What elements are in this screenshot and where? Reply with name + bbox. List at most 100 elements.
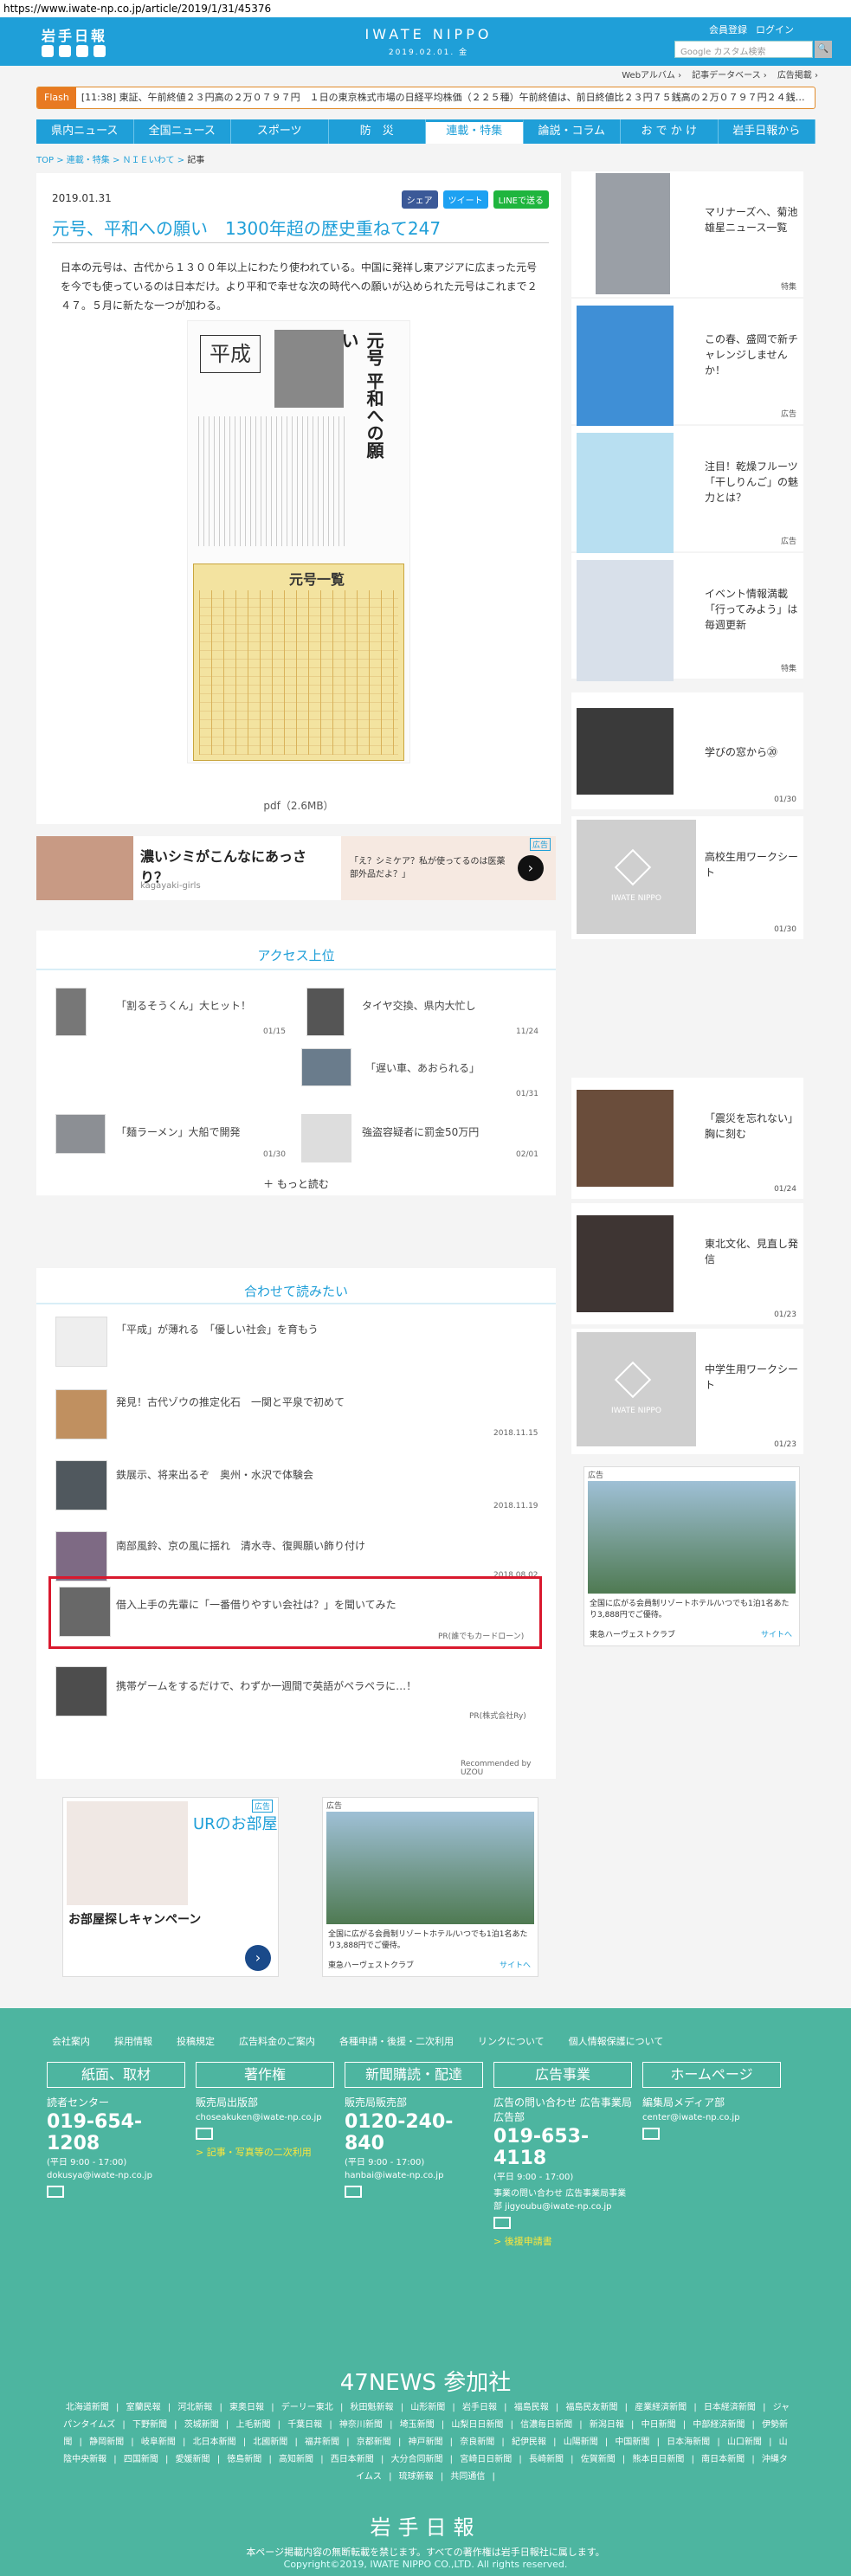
pdf-link[interactable]: pdf（2.6MB）	[36, 798, 561, 813]
recommend-credit[interactable]: Recommended by UZOU	[461, 1760, 556, 1777]
footer-col-header[interactable]: 新聞購読・配達	[345, 2062, 483, 2088]
member-paper-link[interactable]: 熊本日日新聞	[632, 2455, 684, 2464]
sidebar-item[interactable]: 学びの窓から⑳ 01/30	[571, 692, 803, 809]
member-paper-link[interactable]: 上毛新聞	[235, 2420, 270, 2430]
thumbnail[interactable]	[55, 1389, 107, 1439]
member-paper-link[interactable]: 静岡新聞	[89, 2438, 124, 2447]
nav-national[interactable]: 全国ニュース	[134, 119, 231, 144]
access-item-title[interactable]: 「割るそうくん」大ヒット！	[116, 998, 251, 1013]
member-paper-link[interactable]: 奈良新聞	[460, 2438, 494, 2447]
member-paper-link[interactable]: 福島民報	[514, 2403, 549, 2412]
member-paper-link[interactable]: 四国新聞	[124, 2455, 158, 2464]
member-paper-link[interactable]: 長崎新聞	[529, 2455, 564, 2464]
thumbnail[interactable]	[55, 1460, 107, 1510]
member-paper-link[interactable]: 神戸新聞	[409, 2438, 443, 2447]
flash-ticker[interactable]: Flash [11:38] 東証、午前終値２３円高の２万０７９７円 １日の東京株式…	[36, 87, 816, 109]
member-paper-link[interactable]: 愛媛新聞	[176, 2455, 210, 2464]
email-address[interactable]: 事業の問い合わせ 広告事業局事業部 jigyoubu@iwate-np.co.j…	[493, 2186, 632, 2212]
related-item-title[interactable]: 鉄展示、将来出るぞ 奥州・水沢で体験会	[116, 1467, 313, 1482]
access-item-title[interactable]: 強盗容疑者に罰金50万円	[362, 1124, 479, 1139]
more-button[interactable]: ＋ もっと読む	[36, 1176, 556, 1191]
thumbnail[interactable]	[301, 1114, 351, 1162]
line-share-button[interactable]: LINEで送る	[493, 190, 549, 209]
resort-ad[interactable]: 広告 全国に広がる会員制リゾートホテル/いつでも1泊1名あたり3,888円でご優…	[583, 1466, 800, 1646]
sidebar-item[interactable]: 「震災を忘れない」胸に刻む 01/24	[571, 1078, 803, 1199]
member-paper-link[interactable]: 山口新聞	[727, 2438, 762, 2447]
nav-sports[interactable]: スポーツ	[231, 119, 329, 144]
member-paper-link[interactable]: 紀伊民報	[512, 2438, 546, 2447]
footer-link[interactable]: 採用情報	[114, 2034, 152, 2048]
email-address[interactable]: dokusya@iwate-np.co.jp	[47, 2171, 185, 2180]
email-address[interactable]: hanbai@iwate-np.co.jp	[345, 2171, 483, 2180]
sidebar-item[interactable]: IWATE NIPPO 高校生用ワークシート 01/30	[571, 816, 803, 939]
footer-col-header[interactable]: 紙面、取材	[47, 2062, 185, 2088]
member-paper-link[interactable]: 北日本新聞	[193, 2438, 236, 2447]
breadcrumb-top[interactable]: TOP	[36, 156, 54, 165]
access-item-title[interactable]: 「遅い車、あおられる」	[365, 1060, 480, 1075]
mail-icon[interactable]	[493, 2217, 511, 2229]
email-address[interactable]: center@iwate-np.co.jp	[642, 2113, 781, 2122]
email-address[interactable]: choseakuken@iwate-np.co.jp	[196, 2113, 334, 2122]
member-paper-link[interactable]: 高知新聞	[279, 2455, 313, 2464]
newspaper-page-image[interactable]: 平成 元号 平和への願い 元号一覧	[187, 320, 410, 763]
footer-col-header[interactable]: 広告事業	[493, 2062, 632, 2088]
nav-column[interactable]: 論説・コラム	[524, 119, 621, 144]
address-bar[interactable]: https://www.iwate-np.co.jp/article/2019/…	[0, 0, 851, 17]
footer-link[interactable]: 広告料金のご案内	[239, 2034, 315, 2048]
member-paper-link[interactable]: 河北新報	[177, 2403, 212, 2412]
mail-icon[interactable]	[345, 2186, 362, 2198]
resort-ad-link[interactable]: サイトへ	[500, 1959, 531, 1970]
member-paper-link[interactable]: 山梨日日新聞	[451, 2420, 503, 2430]
member-paper-link[interactable]: 山形新聞	[410, 2403, 445, 2412]
member-paper-link[interactable]: 下野新聞	[132, 2420, 167, 2430]
site-logo[interactable]: 岩手日報	[42, 24, 107, 45]
thumbnail[interactable]	[59, 1587, 111, 1637]
sidebar-item[interactable]: この春、盛岡で新チャレンジしませんか！ 広告	[571, 299, 803, 427]
sidebar-item[interactable]: 注目！乾燥フルーツ「干しりんご」の魅力とは？ 広告	[571, 426, 803, 554]
tweet-button[interactable]: ツイート	[442, 190, 488, 209]
sidebar-item[interactable]: 東北文化、見直し発信 01/23	[571, 1203, 803, 1324]
related-item-title[interactable]: 借入上手の先輩に「一番借りやすい会社は？」を聞いてみた	[116, 1597, 396, 1612]
mail-icon[interactable]	[196, 2128, 213, 2140]
ad-banner[interactable]: 濃いシミがこんなにあっさり？ kagayaki-girls 「え？シミケア？私が…	[36, 836, 556, 900]
thumbnail[interactable]	[55, 1317, 107, 1367]
facebook-share-button[interactable]: シェア	[401, 190, 438, 209]
sidebar-item[interactable]: イベント情報満載「行ってみよう」は毎週更新 特集	[571, 553, 803, 681]
database-link[interactable]: 記事データベース ›	[692, 68, 767, 80]
nav-disaster[interactable]: 防 災	[329, 119, 426, 144]
member-paper-link[interactable]: 南日本新聞	[701, 2455, 745, 2464]
member-paper-link[interactable]: 日本海新聞	[667, 2438, 710, 2447]
arrow-right-icon[interactable]: ›	[245, 1945, 271, 1971]
breadcrumb-nie[interactable]: ＮＩＥいわて	[123, 156, 175, 165]
sidebar-item[interactable]: IWATE NIPPO 中学生用ワークシート 01/23	[571, 1329, 803, 1454]
member-paper-link[interactable]: 徳島新聞	[227, 2455, 261, 2464]
footer-link[interactable]: 個人情報保護について	[569, 2034, 664, 2048]
sidebar-item[interactable]: マリナーズへ、菊池雄星ニュース一覧 特集	[571, 171, 803, 297]
member-paper-link[interactable]: 中国新聞	[615, 2438, 649, 2447]
facebook-icon[interactable]	[59, 45, 71, 57]
member-paper-link[interactable]: 中部経済新聞	[693, 2420, 745, 2430]
nav-outing[interactable]: お で か け	[621, 119, 719, 144]
member-paper-link[interactable]: 琉球新報	[399, 2472, 434, 2482]
access-item-title[interactable]: タイヤ交換、県内大忙し	[362, 998, 476, 1013]
search-input[interactable]: Google カスタム検索	[674, 41, 813, 58]
member-paper-link[interactable]: 宮崎日日新聞	[460, 2455, 512, 2464]
member-paper-link[interactable]: 岐阜新聞	[141, 2438, 176, 2447]
member-paper-link[interactable]: 福井新聞	[305, 2438, 339, 2447]
member-paper-link[interactable]: 大分合同新聞	[391, 2455, 443, 2464]
access-item-title[interactable]: 「麺ラーメン」大船で開発	[116, 1124, 241, 1139]
member-paper-link[interactable]: 茨城新聞	[184, 2420, 219, 2430]
nav-from-iwate[interactable]: 岩手日報から	[719, 119, 816, 144]
member-paper-link[interactable]: 山陽新聞	[564, 2438, 598, 2447]
footer-link[interactable]: 各種申請・後援・二次利用	[339, 2034, 454, 2048]
breadcrumb-features[interactable]: 連載・特集	[67, 156, 110, 165]
footer-link[interactable]: 投稿規定	[177, 2034, 215, 2048]
member-paper-link[interactable]: 日本経済新聞	[704, 2403, 756, 2412]
thumbnail[interactable]	[301, 1048, 351, 1086]
member-paper-link[interactable]: 信濃毎日新聞	[520, 2420, 572, 2430]
member-paper-link[interactable]: 産業経済新聞	[635, 2403, 687, 2412]
footer-col-header[interactable]: ホームページ	[642, 2062, 781, 2088]
secondary-use-link[interactable]: > 記事・写真等の二次利用	[196, 2145, 334, 2159]
related-item-title[interactable]: 携帯ゲームをするだけで、わずか一週間で英語がペラペラに…！	[116, 1678, 416, 1693]
member-paper-link[interactable]: 京都新聞	[357, 2438, 391, 2447]
